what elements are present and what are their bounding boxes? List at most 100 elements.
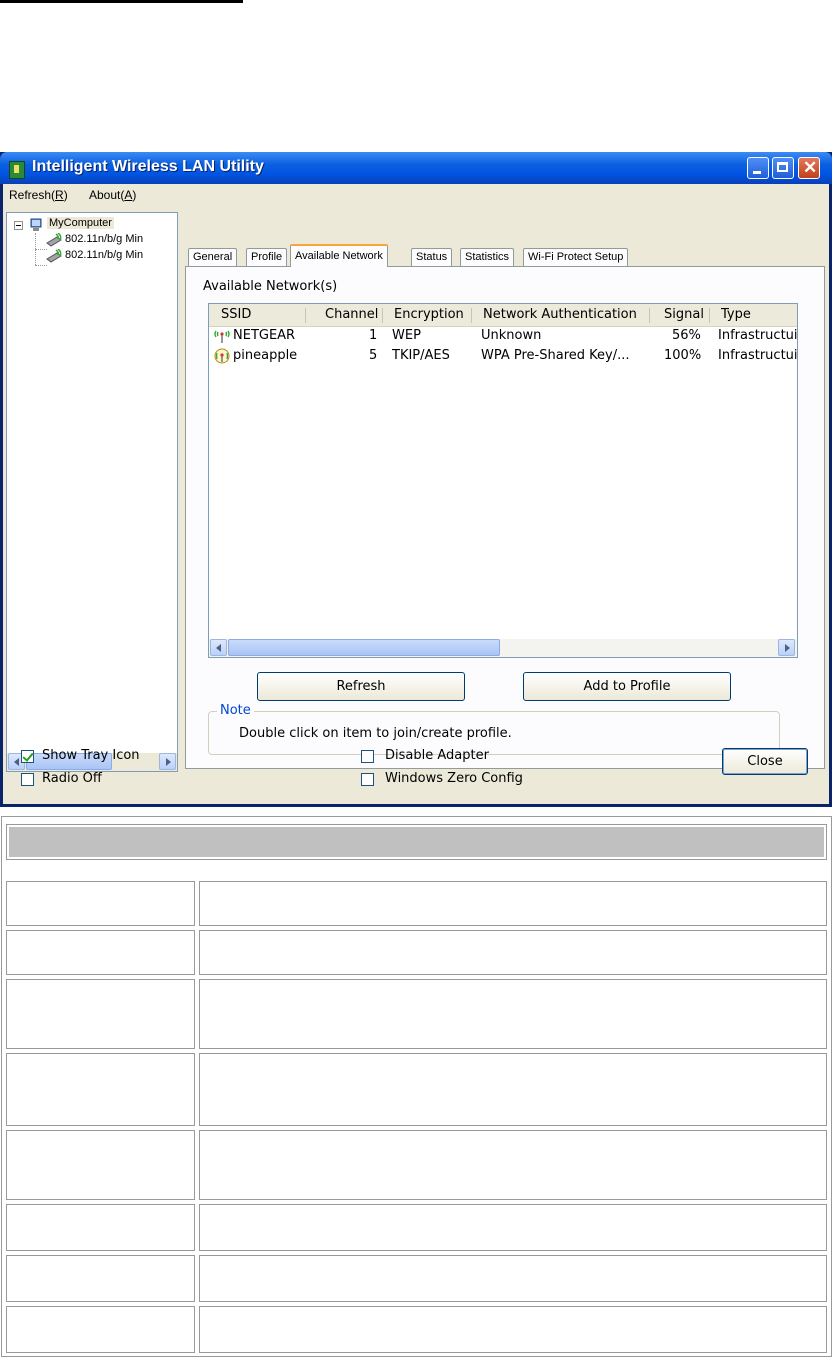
menu-refresh-paren: ): [63, 188, 68, 202]
tree-item-adapter[interactable]: 802.11n/b/g Min: [65, 233, 143, 245]
tab-strip: General Profile Available Network Status…: [188, 244, 828, 267]
show-tray-icon-label: Show Tray Icon: [42, 748, 140, 763]
available-network-panel: Available Network(s) SSID Channel Encryp…: [185, 266, 825, 769]
cell-channel: 1: [369, 328, 378, 343]
wifi-secured-icon: [214, 348, 230, 364]
menu-about-paren: ): [132, 188, 137, 202]
tree-item-mycomputer[interactable]: MyComputer: [47, 217, 114, 229]
menu-about[interactable]: About(A): [89, 188, 136, 202]
app-icon: [9, 161, 25, 179]
table-cell: [199, 1306, 827, 1353]
radio-off-label: Radio Off: [42, 771, 102, 786]
maximize-button[interactable]: [772, 157, 794, 179]
note-title: Note: [217, 703, 254, 718]
column-signal[interactable]: Signal: [664, 307, 704, 322]
table-header-row: [6, 824, 827, 860]
menu-refresh-key: R: [55, 188, 64, 202]
tree-connector: [35, 265, 47, 266]
table-cell: [6, 930, 195, 975]
column-divider: [471, 308, 472, 323]
tab-wifi-protect-setup[interactable]: Wi-Fi Protect Setup: [523, 248, 629, 266]
cell-auth: WPA Pre-Shared Key/...: [481, 348, 630, 363]
radio-off-checkbox[interactable]: [21, 773, 34, 786]
tab-general[interactable]: General: [188, 248, 238, 266]
column-divider: [649, 308, 650, 323]
network-list-horizontal-scrollbar[interactable]: [209, 639, 797, 657]
tab-available-network[interactable]: Available Network: [290, 244, 388, 267]
network-row[interactable]: NETGEAR 1 WEP Unknown 56% Infrastructui: [209, 327, 797, 347]
column-divider: [382, 308, 383, 323]
scroll-thumb[interactable]: [228, 639, 500, 656]
close-window-button[interactable]: ✕: [798, 157, 820, 179]
menu-bar: Refresh(R) About(A): [3, 184, 829, 206]
windows-zero-config-checkbox[interactable]: [361, 773, 374, 786]
table-cell: [6, 1204, 195, 1251]
network-row[interactable]: pineapple 5 TKIP/AES WPA Pre-Shared Key/…: [209, 347, 797, 367]
cell-ssid: pineapple: [233, 348, 298, 363]
menu-refresh[interactable]: Refresh(R): [9, 188, 68, 202]
table-cell: [6, 1130, 195, 1200]
column-divider: [709, 308, 710, 323]
table-cell: [199, 1130, 827, 1200]
cell-encryption: WEP: [392, 328, 421, 343]
tab-status[interactable]: Status: [411, 248, 453, 266]
column-encryption[interactable]: Encryption: [394, 307, 464, 322]
disable-adapter-label: Disable Adapter: [385, 748, 489, 763]
column-type[interactable]: Type: [721, 307, 751, 322]
cell-encryption: TKIP/AES: [392, 348, 450, 363]
tab-statistics[interactable]: Statistics: [460, 248, 515, 266]
refresh-button[interactable]: Refresh: [257, 672, 465, 701]
window-client: Refresh(R) About(A) MyComputer 802.11n/b…: [3, 184, 829, 804]
cell-ssid: NETGEAR: [233, 328, 296, 343]
close-icon: ✕: [803, 158, 818, 177]
wireless-adapter-icon: [46, 249, 62, 263]
table-cell: [6, 881, 195, 926]
header-underline: [0, 0, 243, 3]
add-to-profile-button[interactable]: Add to Profile: [523, 672, 731, 701]
device-tree: MyComputer 802.11n/b/g Min 802.11n/b/g M…: [6, 212, 178, 772]
available-networks-heading: Available Network(s): [203, 279, 338, 294]
note-text: Double click on item to join/create prof…: [239, 726, 512, 741]
note-group: Note Double click on item to join/create…: [208, 703, 780, 755]
disable-adapter-checkbox[interactable]: [361, 750, 374, 763]
description-table: [1, 816, 832, 1357]
column-network-authentication[interactable]: Network Authentication: [483, 307, 637, 322]
app-window: Intelligent Wireless LAN Utility ✕ Refre…: [0, 152, 832, 807]
table-cell: [6, 979, 195, 1049]
tree-collapse-toggle[interactable]: [14, 221, 23, 230]
table-cell: [199, 881, 827, 926]
network-list-header: SSID Channel Encryption Network Authenti…: [209, 304, 797, 327]
close-button[interactable]: Close: [722, 748, 808, 775]
menu-refresh-label: Refresh(: [9, 188, 56, 202]
cell-type: Infrastructui: [718, 328, 797, 343]
table-cell: [199, 979, 827, 1049]
table-cell: [199, 1255, 827, 1302]
cell-signal: 56%: [672, 328, 701, 343]
cell-auth: Unknown: [481, 328, 542, 343]
menu-about-label: About(: [89, 188, 125, 202]
scroll-right-icon[interactable]: [778, 639, 795, 656]
column-divider: [305, 308, 306, 323]
show-tray-icon-checkbox[interactable]: [21, 750, 34, 763]
table-cell: [199, 1053, 827, 1126]
minimize-button[interactable]: [747, 157, 769, 179]
tab-profile[interactable]: Profile: [246, 248, 288, 266]
tree-item-adapter[interactable]: 802.11n/b/g Min: [65, 249, 143, 261]
windows-zero-config-label: Windows Zero Config: [385, 771, 523, 786]
computer-icon: [30, 218, 42, 231]
table-header: [9, 827, 824, 857]
wifi-signal-icon: [214, 330, 230, 343]
scroll-right-icon[interactable]: [159, 753, 176, 770]
title-bar[interactable]: Intelligent Wireless LAN Utility ✕: [0, 152, 832, 184]
column-channel[interactable]: Channel: [325, 307, 378, 322]
cell-type: Infrastructui: [718, 348, 797, 363]
cell-signal: 100%: [664, 348, 702, 363]
table-cell: [6, 1255, 195, 1302]
table-cell: [6, 1306, 195, 1353]
column-ssid[interactable]: SSID: [221, 307, 251, 322]
scroll-left-icon[interactable]: [210, 639, 227, 656]
table-cell: [199, 1204, 827, 1251]
window-title: Intelligent Wireless LAN Utility: [32, 158, 264, 175]
network-list[interactable]: SSID Channel Encryption Network Authenti…: [208, 303, 798, 658]
cell-channel: 5: [369, 348, 378, 363]
